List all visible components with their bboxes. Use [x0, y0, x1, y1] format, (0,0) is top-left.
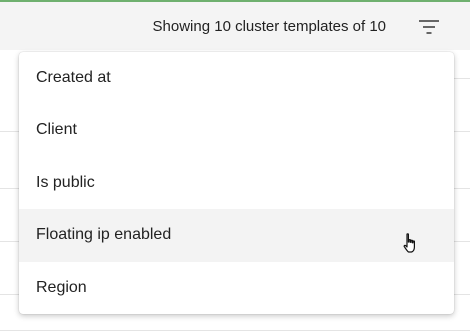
menu-item-floating-ip-enabled[interactable]: Floating ip enabled: [19, 209, 454, 262]
row-divider: [0, 188, 20, 189]
menu-item-label: Is public: [36, 173, 95, 191]
list-toolbar: Showing 10 cluster templates of 10: [0, 2, 470, 50]
results-count: Showing 10 cluster templates of 10: [152, 18, 386, 35]
menu-item-label: Client: [36, 121, 77, 139]
hand-pointer-icon: [403, 233, 415, 253]
row-divider: [0, 294, 20, 295]
menu-item-created-at[interactable]: Created at: [19, 52, 454, 104]
menu-item-label: Floating ip enabled: [36, 226, 172, 244]
row-divider: [0, 241, 20, 242]
menu-item-is-public[interactable]: Is public: [19, 157, 454, 209]
filter-button[interactable]: [414, 12, 444, 42]
menu-item-label: Region: [36, 278, 87, 296]
row-divider: [0, 131, 20, 132]
menu-item-region[interactable]: Region: [19, 262, 454, 314]
menu-item-client[interactable]: Client: [19, 104, 454, 156]
filter-icon: [419, 20, 439, 34]
sort-dropdown-menu: Created at Client Is public Floating ip …: [19, 52, 454, 314]
menu-item-label: Created at: [36, 69, 111, 86]
row-divider: [0, 330, 470, 331]
